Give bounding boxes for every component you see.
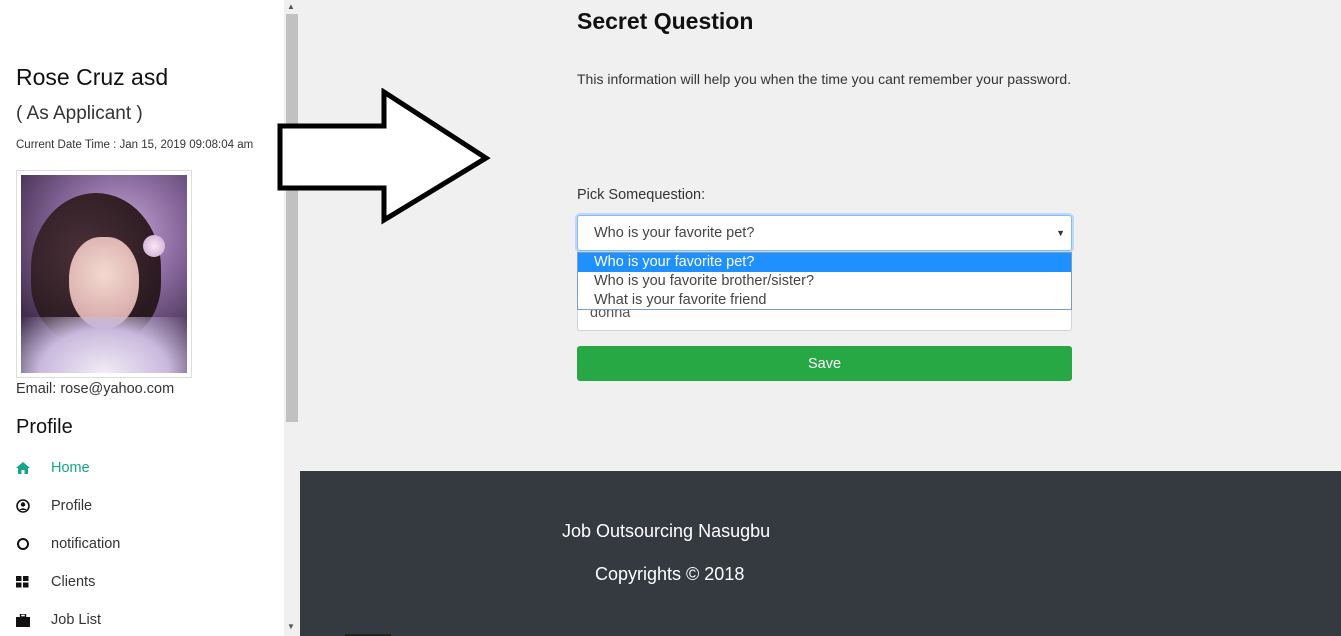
avatar: [16, 170, 192, 378]
footer: Job Outsourcing Nasugbu Copyrights © 201…: [300, 471, 1341, 636]
current-datetime: Current Date Time : Jan 15, 2019 09:08:0…: [16, 139, 254, 151]
sidebar-item-label: Profile: [51, 498, 93, 514]
page-description: This information will help you when the …: [577, 71, 1072, 87]
dropdown-option[interactable]: Who is your favorite pet?: [578, 253, 1071, 272]
sidebar-item-clients[interactable]: Clients: [16, 570, 95, 594]
footer-copyright: Copyrights © 2018: [595, 564, 745, 584]
scroll-up-icon[interactable]: ▲: [287, 2, 295, 11]
home-icon: [16, 460, 38, 476]
arrow-annotation-icon: [277, 88, 491, 225]
sidebar: Rose Cruz asd ( As Applicant ) Current D…: [0, 0, 284, 636]
chevron-down-icon: ▼: [1056, 228, 1065, 238]
user-circle-icon: [16, 498, 38, 514]
question-select[interactable]: Who is your favorite pet? ▼: [577, 215, 1072, 251]
sidebar-item-home[interactable]: Home: [16, 456, 90, 480]
user-name: Rose Cruz asd: [16, 64, 169, 90]
question-dropdown-list: Who is your favorite pet? Who is you fav…: [577, 252, 1072, 310]
grid-icon: [16, 574, 38, 590]
select-value: Who is your favorite pet?: [594, 225, 755, 241]
dropdown-option[interactable]: What is your favorite friend: [578, 291, 1071, 310]
sidebar-item-label: Clients: [51, 574, 96, 590]
circle-icon: [16, 536, 38, 552]
briefcase-icon: [16, 612, 38, 628]
sidebar-item-profile[interactable]: Profile: [16, 494, 92, 518]
sidebar-item-label: Job List: [51, 612, 101, 628]
footer-company: Job Outsourcing Nasugbu: [562, 521, 771, 541]
save-button[interactable]: Save: [577, 346, 1072, 381]
dropdown-option[interactable]: Who is you favorite brother/sister?: [578, 272, 1071, 291]
sidebar-item-notification[interactable]: notification: [16, 532, 120, 556]
user-email: Email: rose@yahoo.com: [16, 381, 175, 397]
sidebar-item-job-list[interactable]: Job List: [16, 608, 101, 632]
sidebar-item-label: Home: [51, 460, 90, 476]
question-label: Pick Somequestion:: [577, 187, 706, 203]
sidebar-item-label: notification: [51, 536, 121, 552]
sidebar-section-title: Profile: [16, 416, 73, 438]
page-title: Secret Question: [577, 8, 754, 34]
scroll-down-icon[interactable]: ▼: [287, 622, 295, 631]
user-role: ( As Applicant ): [16, 103, 143, 124]
